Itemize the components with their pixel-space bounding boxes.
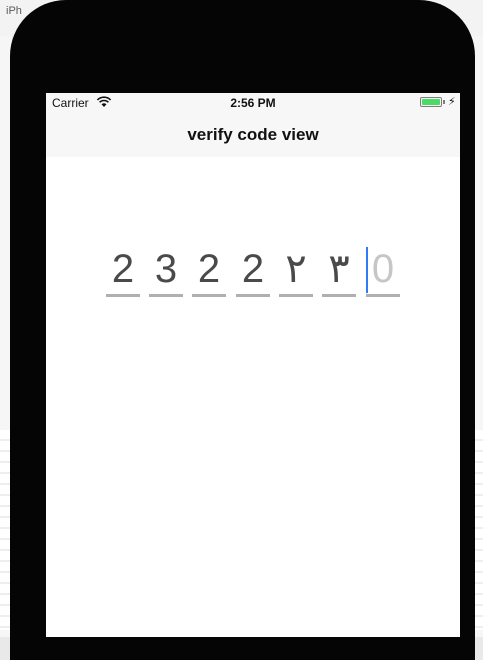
code-cell-1[interactable]: 2 <box>106 243 140 298</box>
code-cell-6[interactable]: ٣ <box>322 243 356 298</box>
code-underline <box>279 294 313 297</box>
code-underline <box>366 294 400 297</box>
code-digit: 3 <box>154 247 178 291</box>
code-digit: 2 <box>111 247 135 291</box>
code-underline <box>322 294 356 297</box>
device-screen: Carrier 2:56 PM ⚡ verify code view 2 3 2… <box>46 93 460 637</box>
code-placeholder: 0 <box>371 247 395 291</box>
verification-code-input[interactable]: 2 3 2 2 ٢ ٣ 0 <box>106 243 406 303</box>
code-digit: 2 <box>197 247 221 291</box>
code-cell-3[interactable]: 2 <box>192 243 226 298</box>
code-underline <box>236 294 270 297</box>
code-cell-7-active[interactable]: 0 <box>366 243 400 298</box>
battery-tip <box>443 100 445 104</box>
status-bar: Carrier 2:56 PM ⚡ <box>46 93 460 113</box>
code-digit: ٢ <box>285 247 307 291</box>
code-underline <box>192 294 226 297</box>
battery-full-icon <box>420 97 442 107</box>
code-cell-2[interactable]: 3 <box>149 243 183 298</box>
code-underline <box>149 294 183 297</box>
code-underline <box>106 294 140 297</box>
code-digit: 2 <box>241 247 265 291</box>
code-cell-4[interactable]: 2 <box>236 243 270 298</box>
code-digit: ٣ <box>328 247 350 291</box>
host-tab-label: iPh <box>6 5 22 17</box>
charging-bolt-icon: ⚡ <box>448 96 456 108</box>
code-cell-5[interactable]: ٢ <box>279 243 313 298</box>
status-time: 2:56 PM <box>230 96 276 110</box>
navigation-bar: verify code view <box>46 113 460 157</box>
iphone-device-frame: Carrier 2:56 PM ⚡ verify code view 2 3 2… <box>10 0 475 660</box>
page-title: verify code view <box>187 125 319 144</box>
